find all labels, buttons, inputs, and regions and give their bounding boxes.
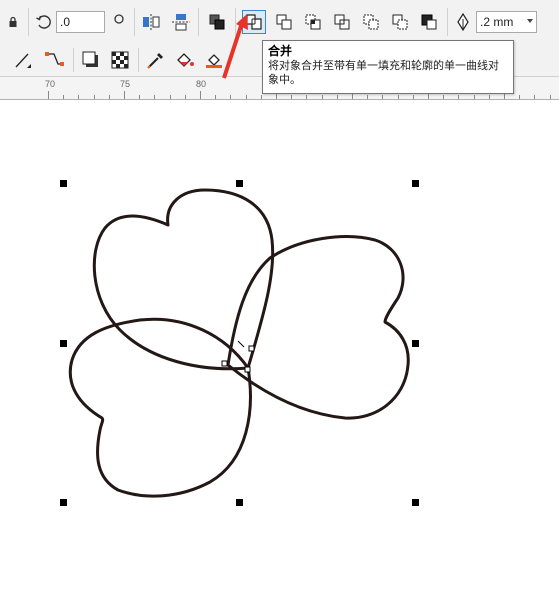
- selection-handle[interactable]: [60, 499, 67, 506]
- tooltip-title: 合并: [268, 44, 293, 58]
- selection-handle[interactable]: [412, 340, 419, 347]
- heart-shape-right: [226, 235, 410, 420]
- selection-handle[interactable]: [60, 180, 67, 187]
- tooltip-description: 将对象合并至带有单一填充和轮廓的单一曲线对象中。: [268, 59, 499, 86]
- selection-handle[interactable]: [412, 180, 419, 187]
- selection-handle[interactable]: [60, 340, 67, 347]
- selection-handle[interactable]: [412, 499, 419, 506]
- combine-tooltip: 合并 将对象合并至带有单一填充和轮廓的单一曲线对象中。: [262, 40, 514, 94]
- heart-shape-bottom: [68, 317, 252, 498]
- selection-handle[interactable]: [236, 180, 243, 187]
- heart-shape-top: [92, 188, 275, 371]
- selection-handle[interactable]: [236, 499, 243, 506]
